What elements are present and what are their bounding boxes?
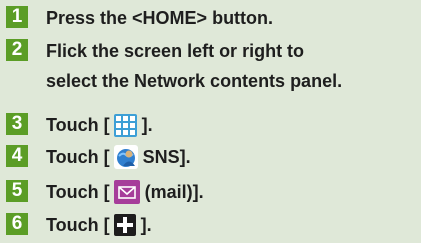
step-text: Touch [ ]. — [46, 113, 153, 137]
step-text: Flick the screen left or right to select… — [46, 39, 342, 93]
step-text-after: (mail)]. — [144, 182, 204, 202]
step-text: Touch [ SNS]. — [46, 145, 191, 169]
step-text-after: ]. — [140, 215, 152, 235]
step-2: 2 Flick the screen left or right to sele… — [6, 39, 342, 93]
step-text: Press the <HOME> button. — [46, 8, 274, 28]
step-5: 5 Touch [ (mail)]. — [6, 180, 204, 204]
plus-icon — [113, 214, 136, 236]
step-text-after: ]. — [141, 115, 153, 135]
mail-icon — [113, 180, 140, 204]
step-text-before: Touch [ — [46, 147, 110, 167]
step-text-after: SNS]. — [142, 147, 191, 167]
step-text-line: select the Network contents panel. — [46, 71, 343, 91]
step-3: 3 Touch [ ]. — [6, 113, 153, 137]
step-4: 4 Touch [ SNS]. — [6, 145, 191, 169]
step-number: 3 — [6, 113, 28, 135]
step-text-before: Touch [ — [46, 182, 110, 202]
step-1: 1 Press the <HOME> button. — [6, 6, 273, 30]
step-number: 1 — [6, 6, 28, 28]
step-text-line: Flick the screen left or right to — [46, 41, 305, 61]
step-text: Touch [ ]. — [46, 213, 152, 237]
globe-user-icon — [113, 145, 138, 169]
step-number: 6 — [6, 213, 28, 235]
step-6: 6 Touch [ ]. — [6, 213, 152, 237]
step-text-before: Touch [ — [46, 115, 110, 135]
step-number: 2 — [6, 39, 28, 61]
step-number: 4 — [6, 145, 28, 167]
step-number: 5 — [6, 180, 28, 202]
grid-icon — [113, 113, 137, 137]
instruction-steps: 1 Press the <HOME> button. 2 Flick the s… — [0, 0, 421, 243]
step-text: Touch [ (mail)]. — [46, 180, 204, 204]
step-text-before: Touch [ — [46, 215, 110, 235]
